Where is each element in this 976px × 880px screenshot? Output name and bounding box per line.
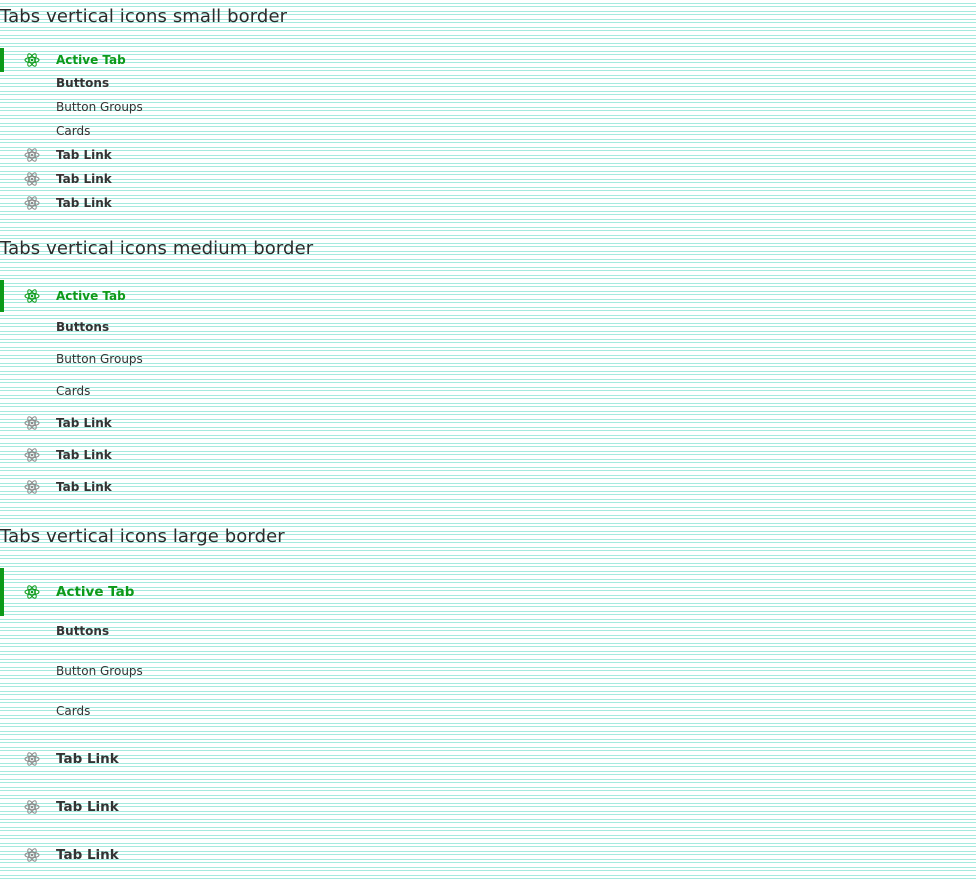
section-title: Tabs vertical icons small border bbox=[0, 6, 288, 27]
tab-label: Tab Link bbox=[56, 196, 112, 210]
tab-link[interactable]: Tab Link bbox=[0, 408, 400, 440]
tab-label: Buttons bbox=[56, 320, 110, 334]
tab-label: Tab Link bbox=[56, 416, 112, 430]
atom-icon bbox=[24, 288, 40, 304]
tab-label: Active Tab bbox=[56, 53, 126, 67]
section-title: Tabs vertical icons large border bbox=[0, 526, 285, 547]
tab-label: Button Groups bbox=[56, 664, 143, 678]
atom-icon bbox=[24, 195, 40, 211]
atom-icon bbox=[24, 52, 40, 68]
active-tab-border bbox=[0, 48, 4, 72]
active-tab-border bbox=[0, 280, 4, 312]
tab-link[interactable]: Tab Link bbox=[0, 144, 400, 168]
tab-buttons[interactable]: Buttons bbox=[0, 312, 400, 344]
tab-label: Active Tab bbox=[56, 289, 126, 303]
atom-icon bbox=[24, 584, 40, 600]
active-tab-border bbox=[0, 568, 4, 616]
tab-label: Tab Link bbox=[56, 448, 112, 462]
tab-label: Cards bbox=[56, 124, 91, 138]
tab-cards[interactable]: Cards bbox=[0, 376, 400, 408]
tab-active[interactable]: Active Tab bbox=[0, 280, 400, 312]
tab-label: Buttons bbox=[56, 76, 110, 90]
section-medium-border: Tabs vertical icons medium border Active… bbox=[0, 232, 976, 512]
tab-link[interactable]: Tab Link bbox=[0, 784, 400, 832]
tab-link[interactable]: Tab Link bbox=[0, 736, 400, 784]
atom-icon bbox=[24, 751, 40, 767]
tab-button-groups[interactable]: Button Groups bbox=[0, 96, 400, 120]
tab-buttons[interactable]: Buttons bbox=[0, 72, 400, 96]
tab-link[interactable]: Tab Link bbox=[0, 192, 400, 216]
atom-icon bbox=[24, 415, 40, 431]
tab-label: Tab Link bbox=[56, 847, 119, 863]
tab-label: Button Groups bbox=[56, 352, 143, 366]
tab-active[interactable]: Active Tab bbox=[0, 568, 400, 616]
atom-icon bbox=[24, 147, 40, 163]
tab-label: Tab Link bbox=[56, 480, 112, 494]
tab-button-groups[interactable]: Button Groups bbox=[0, 656, 400, 696]
tab-label: Tab Link bbox=[56, 148, 112, 162]
tab-label: Button Groups bbox=[56, 100, 143, 114]
tab-link[interactable]: Tab Link bbox=[0, 440, 400, 472]
tab-button-groups[interactable]: Button Groups bbox=[0, 344, 400, 376]
tab-label: Active Tab bbox=[56, 584, 135, 600]
section-large-border: Tabs vertical icons large border Active … bbox=[0, 520, 976, 880]
tab-label: Tab Link bbox=[56, 751, 119, 767]
tab-label: Cards bbox=[56, 704, 91, 718]
tab-link[interactable]: Tab Link bbox=[0, 472, 400, 504]
atom-icon bbox=[24, 799, 40, 815]
tab-cards[interactable]: Cards bbox=[0, 696, 400, 736]
atom-icon bbox=[24, 847, 40, 863]
tab-label: Buttons bbox=[56, 624, 110, 638]
section-small-border: Tabs vertical icons small border Active … bbox=[0, 0, 976, 220]
tab-label: Tab Link bbox=[56, 172, 112, 186]
tab-active[interactable]: Active Tab bbox=[0, 48, 400, 72]
section-title: Tabs vertical icons medium border bbox=[0, 238, 314, 259]
tab-link[interactable]: Tab Link bbox=[0, 168, 400, 192]
atom-icon bbox=[24, 479, 40, 495]
atom-icon bbox=[24, 171, 40, 187]
tab-label: Tab Link bbox=[56, 799, 119, 815]
tab-link[interactable]: Tab Link bbox=[0, 832, 400, 878]
tab-cards[interactable]: Cards bbox=[0, 120, 400, 144]
tab-label: Cards bbox=[56, 384, 91, 398]
tab-buttons[interactable]: Buttons bbox=[0, 616, 400, 656]
atom-icon bbox=[24, 447, 40, 463]
